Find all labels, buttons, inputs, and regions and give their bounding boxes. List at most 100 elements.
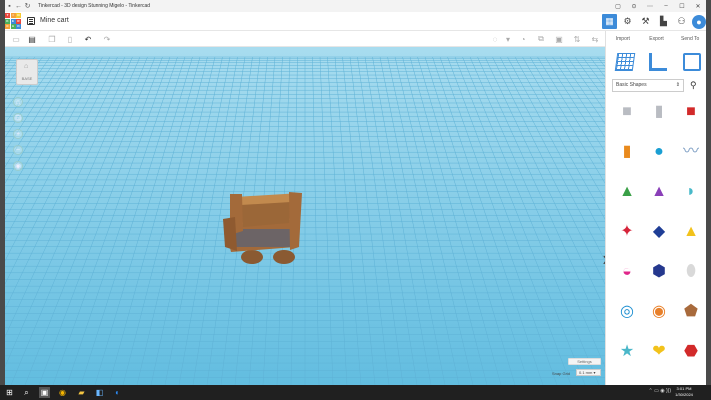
tinkercad-logo[interactable]: TIN KER CAD — [5, 13, 21, 29]
logo-letter: R — [16, 18, 21, 24]
align-icon[interactable]: ▣ — [554, 34, 564, 44]
roof-icon: ▲ — [619, 183, 635, 200]
more-icon[interactable]: ⋯ — [642, 3, 658, 10]
ortho-view-button[interactable]: ◉ — [13, 161, 23, 171]
export-button[interactable]: Export — [640, 31, 674, 47]
flip-icon[interactable]: ⇆ — [590, 34, 600, 44]
search-taskbar-icon[interactable]: ⌕ — [21, 387, 32, 398]
system-tray[interactable]: ⌃ ▭ ◉ ))) — [649, 388, 671, 394]
browser-window: ▪ ← ↻ Tinkercad - 3D design Stunning Mig… — [5, 0, 706, 385]
task-view-icon[interactable]: ▣ — [39, 387, 50, 398]
windows-start-icon[interactable]: ⊞ — [4, 387, 15, 398]
notes-icon[interactable] — [683, 53, 701, 71]
logo-letter: K — [5, 18, 10, 24]
fit-view-button[interactable]: ⊡ — [13, 113, 23, 123]
photos-icon[interactable]: ◧ — [94, 387, 105, 398]
shape-cylinder[interactable]: ▮ — [614, 139, 640, 165]
new-shape-icon[interactable]: ▭ — [11, 34, 21, 44]
logo-letter: A — [10, 24, 16, 29]
shape-box-hole[interactable]: ■ — [614, 99, 640, 125]
maximize-button[interactable]: ☐ — [674, 3, 690, 10]
torus-icon: ◎ — [620, 303, 634, 320]
design-list-icon[interactable] — [27, 17, 35, 25]
browser-menu-icon[interactable]: ▪ — [5, 1, 14, 11]
shape-star[interactable]: ★ — [614, 339, 640, 365]
icosahedron-icon: ⬟ — [684, 303, 698, 320]
logo-letter: E — [10, 18, 16, 24]
file-explorer-icon[interactable]: ▰ — [76, 387, 87, 398]
home-view-icon: ⌂ — [24, 63, 29, 70]
3d-workplane-viewport[interactable]: ⌂ BASE ⌂ ⊡ + − ◉ Settings Snap Grid 0.1 … — [5, 47, 605, 385]
polyhedron-icon: ⬣ — [684, 343, 698, 360]
shape-sphere[interactable]: ● — [646, 139, 672, 165]
paste-icon[interactable]: ▤ — [27, 34, 37, 44]
shape-category-select[interactable]: Basic Shapes ⇕ — [612, 79, 684, 92]
cone-icon: ▲ — [651, 183, 667, 200]
build-icon[interactable]: ⚒ — [638, 14, 653, 29]
title-bar: ▪ ← ↻ Tinkercad - 3D design Stunning Mig… — [5, 0, 706, 12]
shape-icon[interactable]: ◔ — [518, 34, 528, 44]
gear-icon[interactable]: ⚙ — [620, 14, 635, 29]
mirror-icon[interactable]: ⇅ — [572, 34, 582, 44]
send-to-button[interactable]: Send To — [673, 31, 706, 47]
shape-pyramid[interactable]: ▲ — [678, 219, 704, 245]
settings-button[interactable]: Settings — [568, 358, 601, 365]
edge-icon[interactable]: ◐ — [112, 387, 123, 398]
ruler-icon[interactable] — [649, 53, 667, 71]
chrome-icon[interactable]: ◉ — [57, 387, 68, 398]
minimize-button[interactable]: – — [658, 3, 674, 10]
logo-letter: D — [16, 24, 21, 29]
shape-heart[interactable]: ❤ — [646, 339, 672, 365]
light-icon[interactable]: ◌ — [490, 34, 500, 44]
shape-torus[interactable]: ◎ — [614, 299, 640, 325]
group-icon[interactable]: ⧉ — [536, 34, 546, 44]
design-name[interactable]: Mine cart — [40, 17, 69, 24]
add-user-icon[interactable]: ⚇ — [674, 14, 689, 29]
text-icon: ✦ — [620, 223, 634, 240]
home-view-button[interactable]: ⌂ — [13, 97, 23, 107]
star-icon: ★ — [619, 343, 635, 360]
refresh-icon[interactable]: ↻ — [23, 1, 32, 11]
shape-tube[interactable]: ◉ — [646, 299, 672, 325]
half-sphere-icon: ◒ — [622, 263, 632, 280]
undo-icon[interactable]: ↶ — [83, 34, 93, 44]
shape-paraboloid[interactable]: ⬮ — [678, 259, 704, 285]
zoom-out-button[interactable]: − — [13, 145, 23, 155]
logo-letter: C — [5, 24, 10, 29]
shape-box[interactable]: ■ — [678, 99, 704, 125]
shape-half-sphere[interactable]: ◒ — [614, 259, 640, 285]
import-button[interactable]: Import — [606, 31, 640, 47]
light-dropdown-icon[interactable]: ▾ — [503, 34, 513, 44]
avatar[interactable]: ● — [692, 14, 706, 29]
shape-text[interactable]: ✦ — [614, 219, 640, 245]
3d-view-button[interactable]: ▦ — [602, 14, 617, 29]
clock[interactable]: 3:01 PM 1/30/2024 — [671, 386, 697, 398]
shape-round-roof[interactable]: ◗ — [678, 179, 704, 205]
shape-icosahedron[interactable]: ⬟ — [678, 299, 704, 325]
bricks-icon[interactable]: ▙ — [656, 14, 671, 29]
window-title: Tinkercad - 3D design Stunning Migelo - … — [38, 3, 151, 9]
shape-cylinder-hole[interactable]: ▮ — [646, 99, 672, 125]
extensions-icon[interactable]: ⊙ — [626, 3, 642, 10]
share-icon[interactable]: ▢ — [610, 3, 626, 10]
search-icon[interactable]: ⚲ — [690, 80, 700, 90]
logo-letter: I — [10, 13, 16, 18]
shape-polyhedron[interactable]: ⬣ — [678, 339, 704, 365]
delete-icon[interactable]: ▯ — [65, 34, 75, 44]
shape-wedge[interactable]: ◆ — [646, 219, 672, 245]
cylinder-icon: ▮ — [622, 143, 632, 160]
view-cube[interactable]: ⌂ BASE — [16, 59, 38, 85]
shape-category-value: Basic Shapes — [616, 82, 647, 88]
redo-icon[interactable]: ↷ — [102, 34, 112, 44]
close-button[interactable]: ✕ — [690, 3, 706, 10]
zoom-in-button[interactable]: + — [13, 129, 23, 139]
shape-polygon[interactable]: ⬢ — [646, 259, 672, 285]
copy-icon[interactable]: ❐ — [47, 34, 57, 44]
shape-scribble[interactable]: 〰 — [678, 139, 704, 165]
snap-grid-select[interactable]: 0.1 mm ▾ — [576, 369, 601, 376]
back-icon[interactable]: ← — [14, 1, 23, 11]
app-header: TIN KER CAD Mine cart ▦ ⚙ ⚒ ▙ ⚇ ● — [5, 12, 706, 31]
shape-cone[interactable]: ▲ — [646, 179, 672, 205]
workplane-icon[interactable] — [614, 53, 636, 71]
shape-roof[interactable]: ▲ — [614, 179, 640, 205]
